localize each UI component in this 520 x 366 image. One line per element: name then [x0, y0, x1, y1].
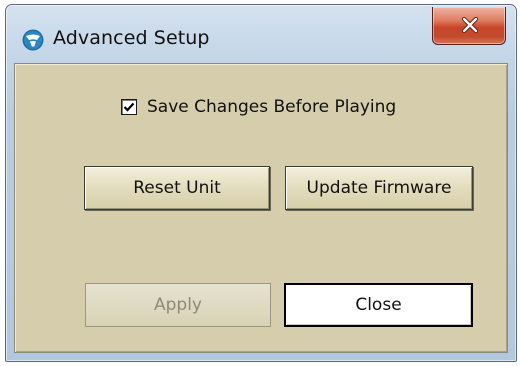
title-bar[interactable]: Advanced Setup: [6, 5, 516, 63]
close-icon: [461, 17, 479, 33]
advanced-setup-window: Advanced Setup Save Changes Before Playi…: [5, 4, 517, 362]
app-logo-icon: [22, 29, 44, 51]
window-title: Advanced Setup: [53, 27, 210, 49]
save-changes-checkbox[interactable]: [121, 99, 137, 115]
checkmark-icon: [123, 102, 135, 112]
reset-unit-button[interactable]: Reset Unit: [84, 166, 270, 210]
close-button[interactable]: Close: [284, 283, 473, 327]
apply-button: Apply: [85, 283, 271, 327]
update-firmware-button[interactable]: Update Firmware: [285, 166, 473, 210]
dialog-client-area: Save Changes Before Playing Reset Unit U…: [14, 63, 508, 353]
save-changes-label: Save Changes Before Playing: [147, 97, 397, 117]
window-close-button[interactable]: [432, 7, 506, 45]
save-changes-option[interactable]: Save Changes Before Playing: [121, 96, 396, 118]
